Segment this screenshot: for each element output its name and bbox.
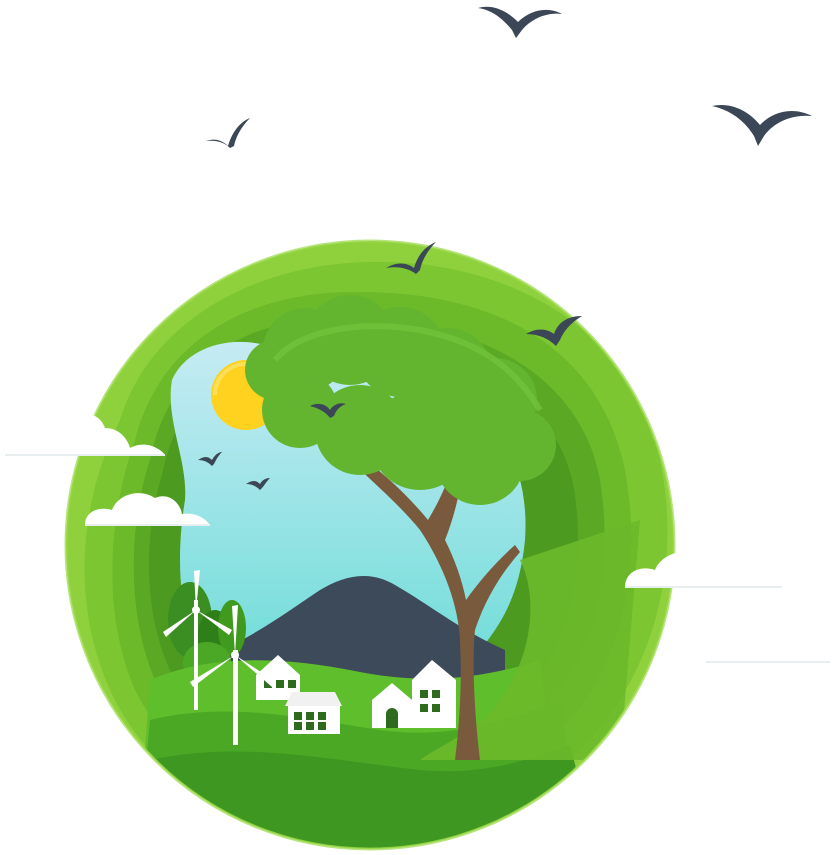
- house-icon: [285, 692, 342, 734]
- eco-illustration: [0, 0, 833, 855]
- cloud-icon: [706, 629, 830, 663]
- bird-icon: [478, 6, 562, 38]
- bird-icon: [712, 104, 812, 146]
- illustration-canvas: [5, 6, 830, 851]
- bird-icon: [206, 118, 250, 148]
